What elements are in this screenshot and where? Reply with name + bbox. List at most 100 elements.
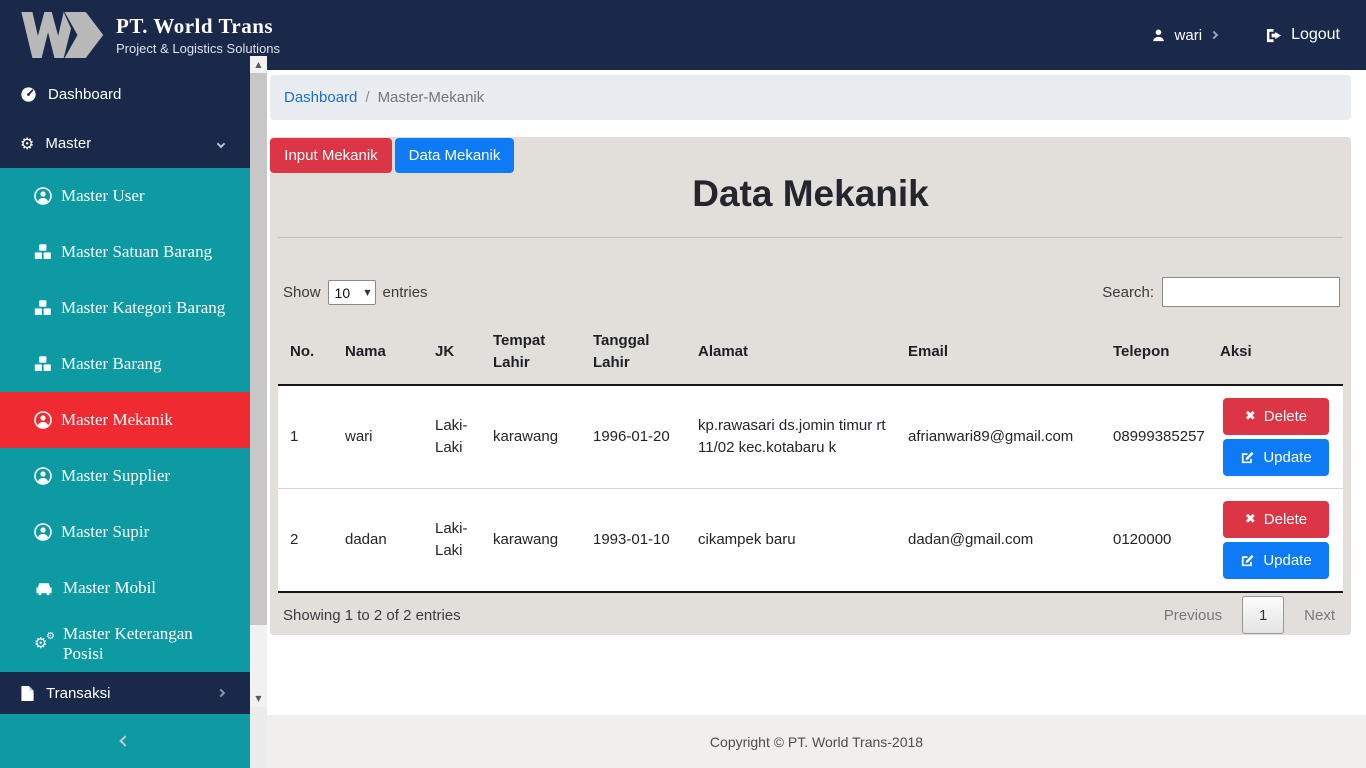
sidebar-scrollbar: ▲ ▼: [250, 56, 267, 768]
update-button[interactable]: Update: [1223, 542, 1329, 579]
brand-logo[interactable]: PT. World Trans Project & Logistics Solu…: [14, 8, 280, 62]
submenu-label: Master Mekanik: [61, 410, 173, 430]
page-number-button[interactable]: 1: [1242, 596, 1284, 634]
submenu-label: Master Barang: [61, 354, 162, 374]
submenu-label: Master Supplier: [61, 466, 170, 486]
submenu-label: Master User: [61, 186, 145, 206]
delete-button[interactable]: ✖ Delete: [1223, 501, 1329, 538]
x-icon: ✖: [1245, 513, 1256, 526]
table-row: 2 dadan Laki-Laki karawang 1993-01-10 ci…: [278, 489, 1343, 593]
user-name: wari: [1175, 27, 1203, 44]
cell-telepon: 08999385257: [1101, 385, 1208, 489]
scroll-up-button[interactable]: ▲: [250, 56, 267, 73]
data-mekanik-button[interactable]: Data Mekanik: [395, 138, 514, 173]
search-input[interactable]: [1162, 277, 1340, 307]
sidebar-item-master-mobil[interactable]: Master Mobil: [0, 560, 250, 616]
main-content: Dashboard / Master-Mekanik Input Mekanik…: [267, 70, 1366, 768]
sidebar-item-master[interactable]: ⚙ Master: [0, 119, 250, 168]
delete-label: Delete: [1264, 408, 1307, 425]
copyright-text: Copyright © PT. World Trans-2018: [710, 734, 923, 750]
cell-tanggal-lahir: 1993-01-10: [581, 489, 686, 593]
user-circle-icon: [34, 467, 52, 485]
page-length-value: 10: [335, 285, 351, 301]
master-submenu: Master User Master Satuan Barang: [0, 168, 250, 672]
submenu-label: Master Supir: [61, 522, 149, 542]
cubes-icon: [34, 299, 52, 317]
x-icon: ✖: [1245, 410, 1256, 423]
delete-button[interactable]: ✖ Delete: [1223, 398, 1329, 435]
sidebar-item-master-user[interactable]: Master User: [0, 168, 250, 224]
pagination: Previous 1 Next: [1158, 596, 1341, 634]
top-navbar: PT. World Trans Project & Logistics Solu…: [0, 0, 1366, 70]
scrollbar-thumb[interactable]: [250, 73, 267, 625]
pencil-square-icon: [1240, 553, 1255, 568]
cell-tempat-lahir: karawang: [481, 385, 581, 489]
sidebar-item-label: Transaksi: [46, 685, 110, 702]
col-header-email[interactable]: Email: [896, 320, 1101, 385]
update-button[interactable]: Update: [1223, 439, 1329, 476]
page-length-select[interactable]: 10 ▼: [328, 280, 376, 305]
entries-label: entries: [383, 284, 428, 301]
car-icon: [34, 580, 54, 597]
cell-alamat: cikampek baru: [686, 489, 896, 593]
breadcrumb-dashboard-link[interactable]: Dashboard: [284, 89, 357, 106]
cell-tanggal-lahir: 1996-01-20: [581, 385, 686, 489]
user-circle-icon: [34, 523, 52, 541]
sidebar-item-master-barang[interactable]: Master Barang: [0, 336, 250, 392]
sidebar-item-master-supir[interactable]: Master Supir: [0, 504, 250, 560]
chevron-left-icon: [119, 735, 130, 746]
col-header-tanggal-lahir[interactable]: Tanggal Lahir: [581, 320, 686, 385]
scrollbar-track[interactable]: [250, 625, 267, 690]
col-header-no[interactable]: No.: [278, 320, 333, 385]
speedometer-icon: [20, 86, 37, 103]
sidebar-nav: Dashboard ⚙ Master Master User: [0, 70, 250, 768]
sidebar-item-transaksi[interactable]: Transaksi: [0, 672, 250, 714]
sidebar-item-master-satuan-barang[interactable]: Master Satuan Barang: [0, 224, 250, 280]
cell-nama: dadan: [333, 489, 423, 593]
user-menu[interactable]: wari: [1151, 27, 1218, 44]
scroll-down-button[interactable]: ▼: [250, 690, 267, 707]
col-header-tempat-lahir[interactable]: Tempat Lahir: [481, 320, 581, 385]
cell-no: 2: [278, 489, 333, 593]
breadcrumb: Dashboard / Master-Mekanik: [270, 75, 1351, 120]
col-header-alamat[interactable]: Alamat: [686, 320, 896, 385]
page-title: Data Mekanik: [270, 173, 1351, 215]
sidebar-collapse-button[interactable]: [0, 714, 250, 768]
logout-label: Logout: [1291, 26, 1340, 44]
cell-tempat-lahir: karawang: [481, 489, 581, 593]
gear-icon: ⚙: [20, 136, 34, 152]
cell-aksi: ✖ Delete Update: [1208, 489, 1343, 593]
logout-button[interactable]: Logout: [1265, 26, 1340, 44]
input-mekanik-button[interactable]: Input Mekanik: [270, 138, 392, 173]
previous-page-button[interactable]: Previous: [1158, 607, 1228, 624]
submenu-label: Master Mobil: [63, 578, 156, 598]
chevron-right-icon: [217, 689, 225, 697]
title-divider: [278, 237, 1343, 238]
sidebar-item-label: Master: [45, 135, 91, 152]
sidebar-item-dashboard[interactable]: Dashboard: [0, 70, 250, 119]
logout-icon: [1265, 28, 1282, 43]
world-trans-logo-icon: [14, 8, 106, 62]
cell-jk: Laki-Laki: [423, 385, 481, 489]
sidebar-item-master-supplier[interactable]: Master Supplier: [0, 448, 250, 504]
user-circle-icon: [34, 187, 52, 205]
scrollbar-gutter: [250, 707, 267, 768]
show-label: Show: [283, 284, 321, 301]
sidebar-item-master-keterangan-posisi[interactable]: ⚙⚙ Master Keterangan Posisi: [0, 616, 250, 672]
col-header-telepon[interactable]: Telepon: [1101, 320, 1208, 385]
mekanik-table: No. Nama JK Tempat Lahir Tanggal Lahir A…: [278, 320, 1343, 593]
cell-telepon: 0120000: [1101, 489, 1208, 593]
col-header-jk[interactable]: JK: [423, 320, 481, 385]
cell-email: dadan@gmail.com: [896, 489, 1101, 593]
sidebar-item-master-mekanik[interactable]: Master Mekanik: [0, 392, 250, 448]
breadcrumb-current: Master-Mekanik: [378, 89, 485, 106]
table-row: 1 wari Laki-Laki karawang 1996-01-20 kp.…: [278, 385, 1343, 489]
cubes-icon: [34, 355, 52, 373]
sidebar-item-master-kategori-barang[interactable]: Master Kategori Barang: [0, 280, 250, 336]
col-header-nama[interactable]: Nama: [333, 320, 423, 385]
next-page-button[interactable]: Next: [1298, 607, 1341, 624]
cell-no: 1: [278, 385, 333, 489]
col-header-aksi[interactable]: Aksi: [1208, 320, 1343, 385]
pencil-square-icon: [1240, 450, 1255, 465]
page-footer: Copyright © PT. World Trans-2018: [267, 715, 1366, 768]
